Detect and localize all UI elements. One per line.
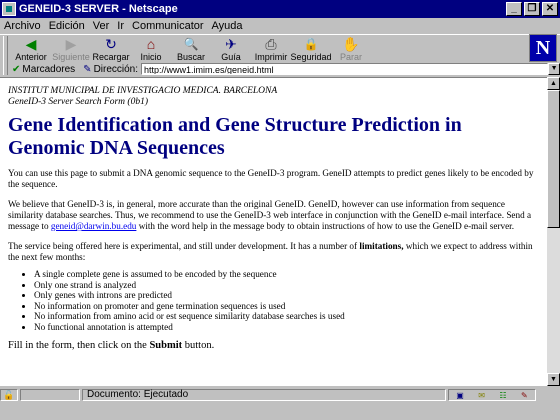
resize-grip-icon[interactable] [548,408,560,420]
menu-ayuda[interactable]: Ayuda [208,20,247,32]
guide-icon: ✈ [225,36,237,52]
stop-icon: ✋ [342,36,360,52]
service-text: The service being offered here is experi… [8,241,360,251]
reload-button[interactable]: ↻ Recargar [92,35,130,62]
maximize-button[interactable]: ❐ [524,2,540,16]
page-heading: Gene Identification and Gene Structure P… [8,114,462,159]
forward-button-label: Siguiente [52,52,90,62]
recommendation-text-end: with the word help in the message body t… [136,221,515,231]
home-button[interactable]: ⌂ Inicio [132,35,170,62]
instructions-text-end: button. [182,340,215,351]
list-item: No information on promoter and gene term… [34,301,539,312]
limitations-list: A single complete gene is assumed to be … [8,269,539,332]
location-toolbar: ✔ Marcadores ✎ Dirección: http://www1.im… [0,62,560,76]
scroll-up-button[interactable]: ▲ [547,77,560,90]
print-button[interactable]: ⎙ Imprimir [252,35,290,62]
institute-name: INSTITUT MUNICIPAL DE INVESTIGACIO MEDIC… [8,86,278,96]
back-arrow-icon: ◀ [25,36,37,52]
location-grip[interactable] [3,63,8,75]
security-button[interactable]: 🔒 Seguridad [290,35,332,62]
menu-edicion[interactable]: Edición [45,20,89,32]
status-text: Documento: Ejecutado [82,389,446,401]
home-button-label: Inicio [140,52,162,62]
guide-button-label: Guía [221,52,241,62]
navigation-toolbar: ◀ Anterior ▶ Siguiente ↻ Recargar ⌂ Inic… [0,34,560,65]
service-paragraph: The service being offered here is experi… [8,241,539,263]
reload-button-label: Recargar [92,52,130,62]
page-content: INSTITUT MUNICIPAL DE INVESTIGACIO MEDIC… [0,77,547,386]
menu-ver[interactable]: Ver [89,20,114,32]
scroll-thumb[interactable] [547,90,560,228]
forward-arrow-icon: ▶ [65,36,77,52]
bookmarks-icon: ✔ [11,63,21,75]
address-dropdown-icon[interactable]: ▼ [548,63,560,75]
window-title: GENEID-3 SERVER - Netscape [19,3,178,15]
stop-button-label: Parar [339,52,362,62]
address-label: Dirección: [93,63,139,75]
toolbar-grip[interactable] [3,36,8,64]
submit-label: Submit [149,340,183,351]
vertical-scrollbar[interactable]: ▲ ▼ [547,77,560,386]
form-name: GeneID-3 Server Search Form (0b1) [8,97,148,107]
progress-bar [20,389,80,401]
search-button[interactable]: 🔍 Buscar [172,35,210,62]
print-icon: ⎙ [265,36,277,52]
back-button-label: Anterior [15,52,47,62]
forward-button[interactable]: ▶ Siguiente [52,35,90,62]
component-bar: ▣ ✉ ☷ ✎ [448,389,536,401]
menu-bar: Archivo Edición Ver Ir Communicator Ayud… [0,18,560,34]
instructions-line: Fill in the form, then click on the Subm… [8,339,539,352]
security-status-icon[interactable]: 🔓 [0,389,18,401]
list-item: No information from amino acid or est se… [34,311,539,322]
title-bar: GENEID-3 SERVER - Netscape _ ❐ ✕ [0,0,560,18]
list-item: No functional annotation is attempted [34,322,539,333]
bookmarks-button[interactable]: Marcadores [22,64,75,75]
back-button[interactable]: ◀ Anterior [12,35,50,62]
composer-icon[interactable]: ✎ [521,391,528,400]
limitations-label: limitations, [359,241,404,251]
list-item: Only one strand is analyzed [34,280,539,291]
reload-icon: ↻ [105,36,117,52]
close-button[interactable]: ✕ [542,2,558,16]
discussions-icon[interactable]: ☷ [499,391,506,400]
mail-icon[interactable]: ✉ [478,391,485,400]
security-icon: 🔒 [303,37,319,51]
recommendation-paragraph: We believe that GeneID-3 is, in general,… [8,199,539,232]
minimize-button[interactable]: _ [506,2,522,16]
list-item: A single complete gene is assumed to be … [34,269,539,280]
home-icon: ⌂ [146,36,156,52]
security-button-label: Seguridad [290,52,332,62]
menu-ir[interactable]: Ir [113,20,128,32]
netscape-logo[interactable]: N [529,34,557,62]
menu-communicator[interactable]: Communicator [128,20,208,32]
status-bar: 🔓 Documento: Ejecutado ▣ ✉ ☷ ✎ [0,388,560,402]
guide-button[interactable]: ✈ Guía [212,35,250,62]
stop-button[interactable]: ✋ Parar [332,35,370,62]
menu-archivo[interactable]: Archivo [0,20,45,32]
navigator-icon[interactable]: ▣ [456,391,464,400]
netscape-window-icon[interactable] [2,2,16,16]
address-input[interactable]: http://www1.imim.es/geneid.html [141,63,549,75]
search-icon: 🔍 [183,37,199,51]
instructions-text: Fill in the form, then click on the [8,340,150,351]
email-link[interactable]: geneid@darwin.bu.edu [51,221,137,231]
page-proxy-icon[interactable]: ✎ [83,64,91,75]
list-item: Only genes with introns are predicted [34,290,539,301]
window-controls: _ ❐ ✕ [506,2,558,16]
intro-paragraph: You can use this page to submit a DNA ge… [8,168,534,189]
search-button-label: Buscar [176,52,205,62]
scroll-down-button[interactable]: ▼ [547,373,560,386]
print-button-label: Imprimir [254,52,288,62]
